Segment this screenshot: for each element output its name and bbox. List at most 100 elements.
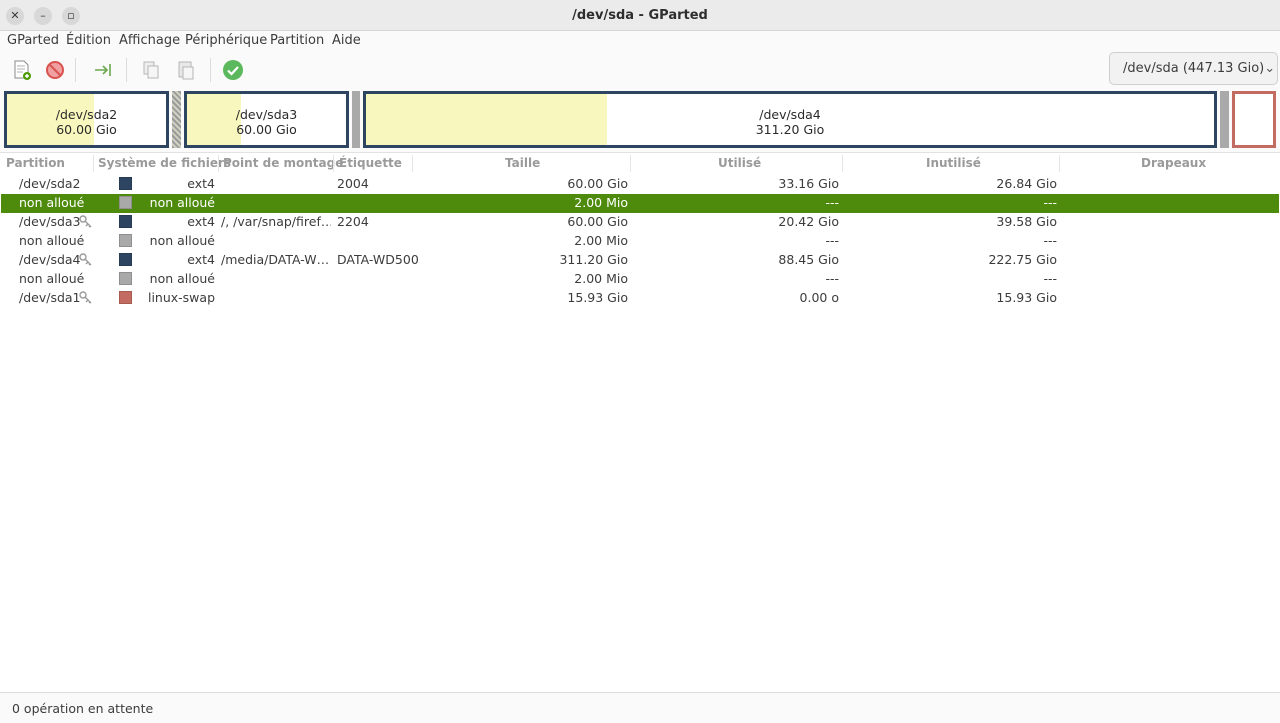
- disk-map: /dev/sda2 60.00 Gio /dev/sda3 60.00 Gio …: [0, 88, 1280, 151]
- device-selector[interactable]: /dev/sda (447.13 Gio) ⌄: [1109, 52, 1278, 85]
- cell-used: ---: [825, 271, 839, 286]
- filesystem-color-swatch: [119, 253, 132, 266]
- toolbar-separator: [210, 58, 211, 82]
- cell-used: 88.45 Gio: [778, 252, 839, 267]
- table-row[interactable]: non alloué non alloué 2.00 Mio --- ---: [1, 270, 1279, 289]
- table-header: Partition Système de fichiers Point de m…: [0, 153, 1280, 174]
- cell-unused: 222.75 Gio: [988, 252, 1057, 267]
- cell-used: 20.42 Gio: [778, 214, 839, 229]
- partition-size: 60.00 Gio: [56, 122, 117, 137]
- diskmap-partition-sda1[interactable]: [1232, 91, 1276, 148]
- delete-partition-button[interactable]: [41, 56, 69, 84]
- cell-size: 2.00 Mio: [574, 271, 628, 286]
- diskmap-partition-sda3[interactable]: /dev/sda3 60.00 Gio: [184, 91, 349, 148]
- cell-partition: /dev/sda4: [19, 252, 81, 267]
- cell-unused: ---: [1043, 233, 1057, 248]
- diskmap-partition-sda2[interactable]: /dev/sda2 60.00 Gio: [4, 91, 169, 148]
- cell-size: 60.00 Gio: [567, 214, 628, 229]
- table-row[interactable]: /dev/sda2 ext4 2004 60.00 Gio 33.16 Gio 26.84…: [1, 175, 1279, 194]
- header-used[interactable]: Utilisé: [718, 156, 761, 170]
- cell-used: 33.16 Gio: [778, 176, 839, 191]
- cell-size: 311.20 Gio: [559, 252, 628, 267]
- mounted-key-icon: [79, 253, 92, 266]
- header-size[interactable]: Taille: [505, 156, 540, 170]
- menu-partition[interactable]: Partition: [270, 33, 324, 48]
- diskmap-unallocated[interactable]: [172, 91, 181, 148]
- header-partition[interactable]: Partition: [6, 156, 65, 170]
- cell-label: 2204: [337, 214, 369, 229]
- paste-button[interactable]: [172, 56, 200, 84]
- cell-partition: non alloué: [19, 233, 85, 248]
- cell-used: ---: [825, 233, 839, 248]
- menu-gparted[interactable]: GParted: [7, 33, 59, 48]
- menu-peripherique[interactable]: Périphérique: [185, 33, 267, 48]
- filesystem-color-swatch: [119, 196, 132, 209]
- cell-filesystem: linux-swap: [147, 290, 215, 305]
- resize-move-button[interactable]: [89, 56, 117, 84]
- cell-label: 2004: [337, 176, 369, 191]
- cell-size: 60.00 Gio: [567, 176, 628, 191]
- table-row[interactable]: /dev/sda4 ext4/media/DATA-W… DATA-WD500 311…: [1, 251, 1279, 270]
- partition-size: 311.20 Gio: [755, 122, 825, 137]
- cell-unused: 26.84 Gio: [996, 176, 1057, 191]
- new-partition-icon: [14, 60, 31, 80]
- cell-used: ---: [825, 195, 839, 210]
- cell-size: 2.00 Mio: [574, 233, 628, 248]
- cell-partition: /dev/sda2: [19, 176, 81, 191]
- partition-name: /dev/sda3: [235, 107, 298, 122]
- table-row[interactable]: /dev/sda1 linux-swap 15.93 Gio 0.00 o 15.93 …: [1, 289, 1279, 308]
- status-bar: 0 opération en attente: [0, 692, 1280, 723]
- copy-button[interactable]: [137, 56, 165, 84]
- filesystem-color-swatch: [119, 291, 132, 304]
- cell-filesystem: non alloué: [149, 233, 215, 248]
- filesystem-color-swatch: [119, 215, 132, 228]
- new-partition-button[interactable]: [8, 56, 36, 84]
- cell-unused: 15.93 Gio: [996, 290, 1057, 305]
- cell-partition: /dev/sda3: [19, 214, 81, 229]
- toolbar: [0, 52, 1280, 88]
- partition-size: 60.00 Gio: [236, 122, 297, 137]
- cell-size: 2.00 Mio: [574, 195, 628, 210]
- table-row[interactable]: non alloué non alloué 2.00 Mio --- ---: [1, 194, 1279, 213]
- title-bar: ✕ – ▫ /dev/sda - GParted: [0, 0, 1280, 31]
- diskmap-unallocated[interactable]: [352, 91, 360, 148]
- header-unused[interactable]: Inutilisé: [926, 156, 981, 170]
- cell-filesystem: ext4: [187, 176, 215, 191]
- menu-bar: GParted Édition Affichage Périphérique P…: [0, 31, 1280, 52]
- cell-mount: /media/DATA-W…: [221, 252, 330, 267]
- table-row[interactable]: non alloué non alloué 2.00 Mio --- ---: [1, 232, 1279, 251]
- cell-partition: non alloué: [19, 195, 85, 210]
- menu-aide[interactable]: Aide: [332, 33, 361, 48]
- apply-icon: [223, 60, 243, 80]
- cell-partition: non alloué: [19, 271, 85, 286]
- diskmap-unallocated[interactable]: [1220, 91, 1229, 148]
- header-flags[interactable]: Drapeaux: [1141, 156, 1206, 170]
- resize-move-icon: [95, 64, 111, 76]
- diskmap-partition-sda4[interactable]: /dev/sda4 311.20 Gio: [363, 91, 1217, 148]
- cell-filesystem: ext4: [187, 252, 215, 267]
- header-mount[interactable]: Point de montage: [223, 156, 343, 170]
- mounted-key-icon: [79, 215, 92, 228]
- window-title: /dev/sda - GParted: [572, 8, 708, 23]
- apply-button[interactable]: [219, 56, 247, 84]
- header-filesystem[interactable]: Système de fichiers: [98, 156, 231, 170]
- partition-name: /dev/sda2: [55, 107, 118, 122]
- chevron-down-icon: ⌄: [1264, 61, 1276, 76]
- cell-unused: 39.58 Gio: [996, 214, 1057, 229]
- cell-partition: /dev/sda1: [19, 290, 81, 305]
- table-row[interactable]: /dev/sda3 ext4 /, /var/snap/firef… 2204 60.0…: [1, 213, 1279, 232]
- delete-icon: [46, 61, 64, 79]
- partition-table: Partition Système de fichiers Point de m…: [0, 152, 1280, 692]
- filesystem-color-swatch: [119, 177, 132, 190]
- cell-unused: ---: [1043, 271, 1057, 286]
- device-label: /dev/sda (447.13 Gio): [1123, 61, 1265, 76]
- toolbar-separator: [75, 58, 76, 82]
- header-label[interactable]: Étiquette: [339, 156, 402, 170]
- filesystem-color-swatch: [119, 272, 132, 285]
- menu-edition[interactable]: Édition: [66, 33, 111, 48]
- menu-affichage[interactable]: Affichage: [119, 33, 180, 48]
- cell-filesystem: ext4: [187, 214, 215, 229]
- toolbar-separator: [126, 58, 127, 82]
- pending-operations-status: 0 opération en attente: [12, 701, 154, 716]
- copy-icon: [143, 61, 159, 79]
